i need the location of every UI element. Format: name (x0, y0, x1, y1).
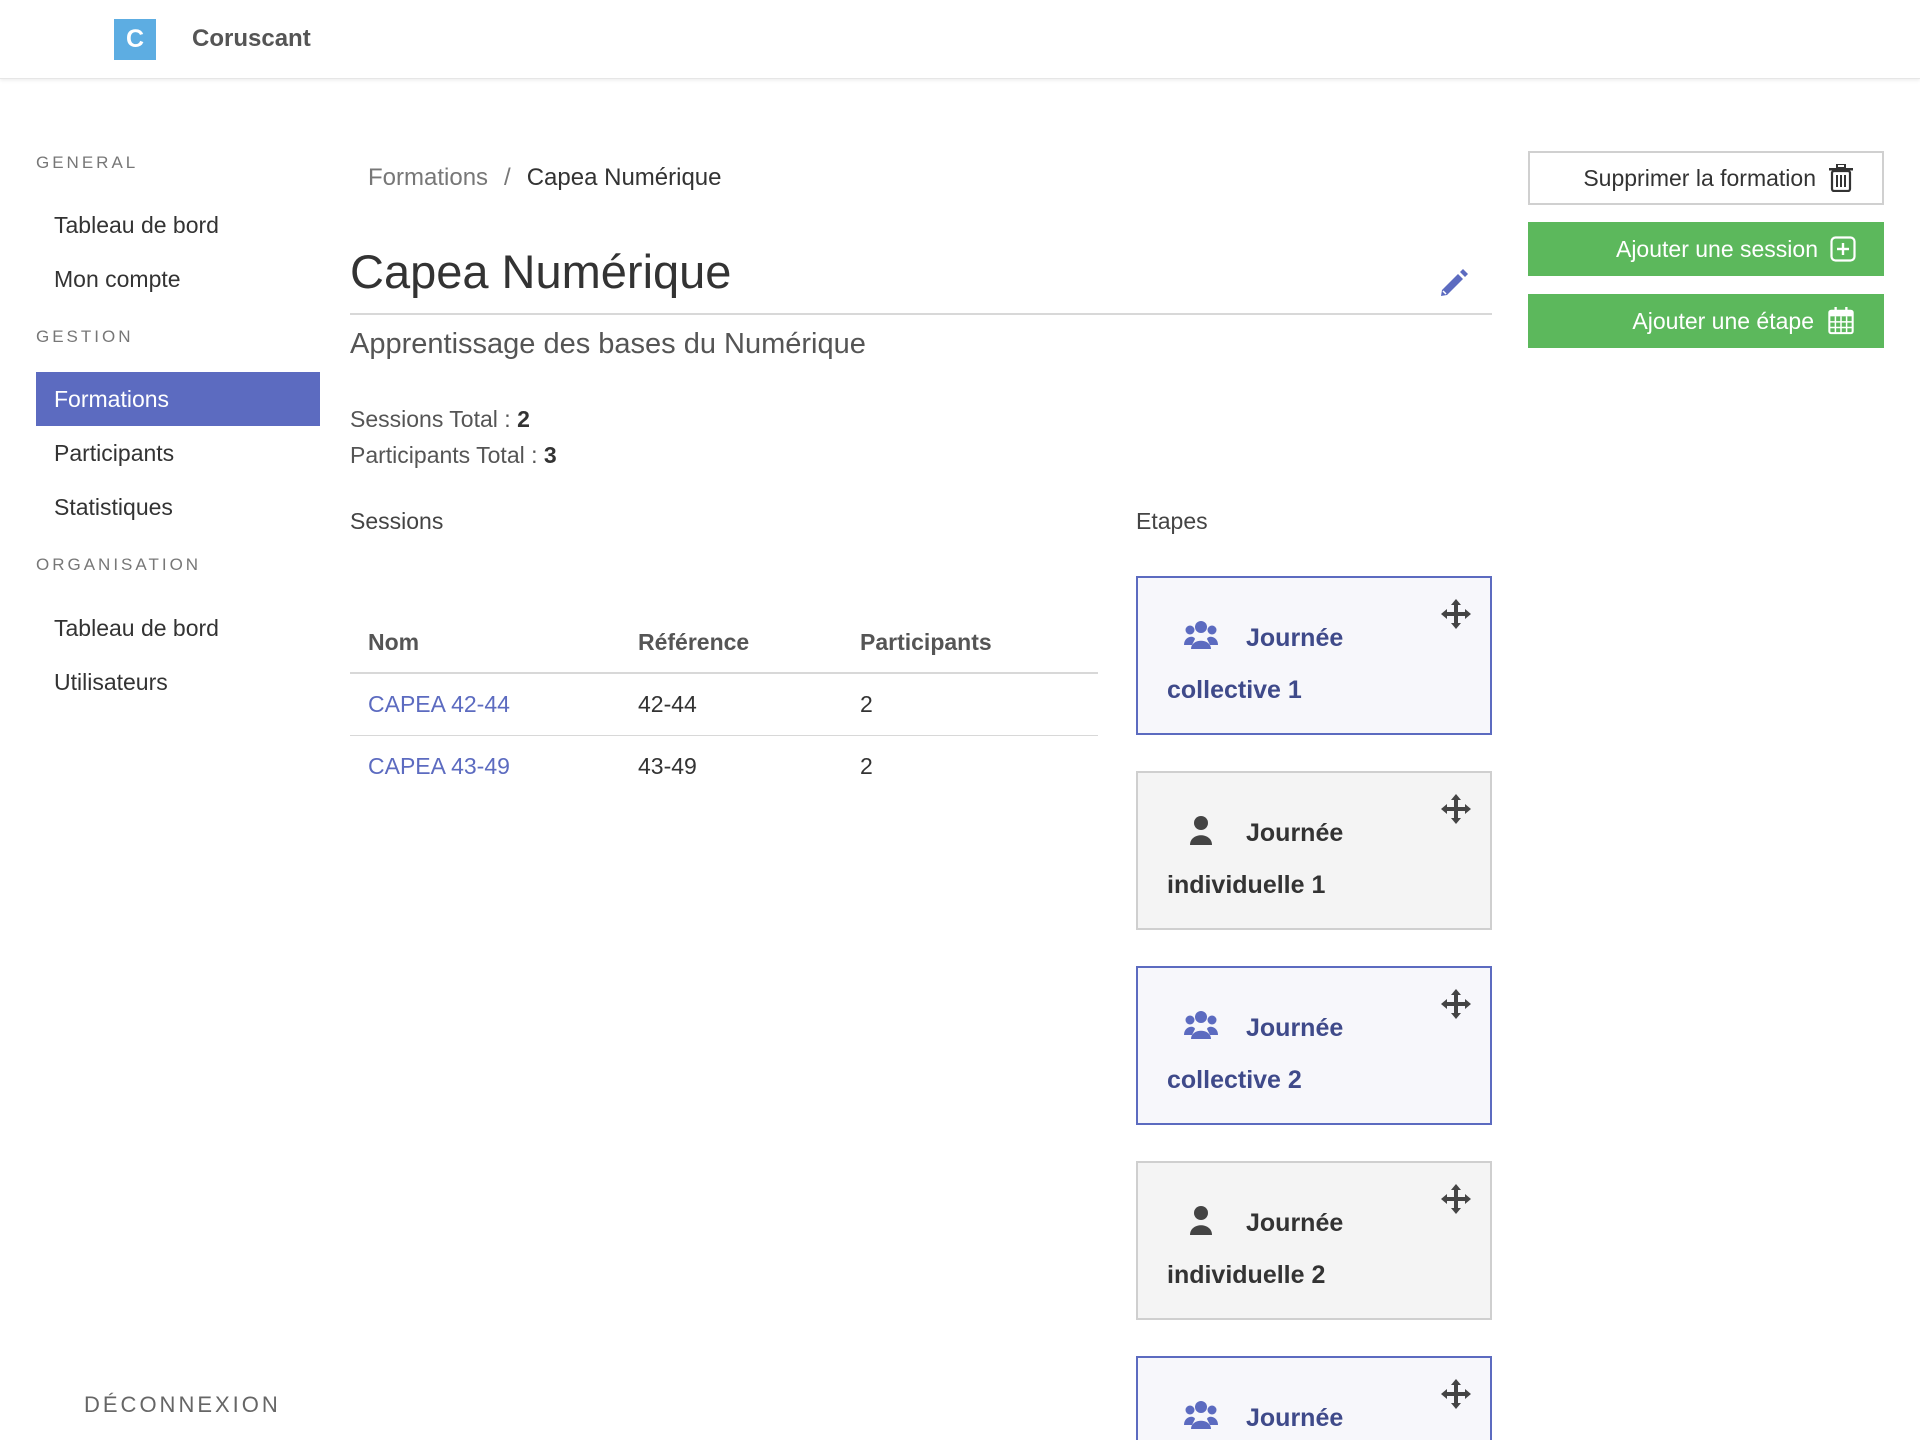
plus-square-icon (1830, 236, 1856, 262)
column-header-nom[interactable]: Nom (350, 612, 620, 674)
logout-link[interactable]: DÉCONNEXION (84, 1392, 281, 1418)
move-icon[interactable] (1440, 988, 1472, 1020)
title-divider (350, 313, 1492, 315)
sessions-table: Nom Référence Participants CAPEA 42-44 4… (350, 612, 1098, 797)
session-link[interactable]: CAPEA 42-44 (368, 691, 510, 717)
etape-title-line2: individuelle 2 (1167, 1261, 1326, 1289)
etape-card[interactable]: Journée (1136, 1356, 1492, 1440)
move-icon[interactable] (1440, 793, 1472, 825)
session-reference-cell: 43-49 (638, 752, 697, 779)
breadcrumb: Formations / Capea Numérique (368, 164, 722, 192)
formation-subtitle: Apprentissage des bases du Numérique (350, 328, 866, 360)
page-title: Capea Numérique (350, 245, 732, 298)
breadcrumb-formations-link[interactable]: Formations (368, 164, 488, 191)
session-name-cell: CAPEA 43-49 (350, 735, 620, 797)
session-link[interactable]: CAPEA 43-49 (368, 753, 510, 779)
table-row: CAPEA 43-49 43-49 2 (350, 735, 1098, 797)
table-row: CAPEA 42-44 42-44 2 (350, 673, 1098, 736)
sessions-total: Sessions Total : 2 (350, 406, 530, 433)
delete-formation-label: Supprimer la formation (1583, 164, 1816, 191)
session-participants-cell: 2 (860, 752, 873, 779)
etape-title-line1: Journée (1246, 1014, 1344, 1042)
move-icon[interactable] (1440, 1183, 1472, 1215)
column-header-reference[interactable]: Référence (620, 612, 842, 674)
users-icon (1184, 1401, 1218, 1429)
sidebar-item-participants[interactable]: Participants (36, 426, 320, 480)
add-session-button[interactable]: Ajouter une session (1528, 222, 1884, 276)
app-name[interactable]: Coruscant (192, 25, 311, 53)
user-icon (1190, 816, 1212, 845)
etape-card[interactable]: Journée collective 2 (1136, 966, 1492, 1125)
move-icon[interactable] (1440, 1378, 1472, 1410)
breadcrumb-separator: / (504, 164, 511, 191)
sidebar-section-organisation: ORGANISATION (36, 555, 202, 574)
etape-title-line2: collective 2 (1167, 1066, 1302, 1094)
sidebar-item-statistiques[interactable]: Statistiques (36, 480, 320, 534)
user-icon (1190, 1206, 1212, 1235)
sidebar-section-gestion: GESTION (36, 327, 134, 346)
sidebar-item-org-tableau-de-bord[interactable]: Tableau de bord (36, 601, 320, 655)
sidebar-section-general: GENERAL (36, 153, 139, 172)
participants-total: Participants Total : 3 (350, 442, 557, 469)
etape-card[interactable]: Journée collective 1 (1136, 576, 1492, 735)
top-bar: C Coruscant (0, 0, 1920, 79)
sessions-heading: Sessions (350, 508, 444, 534)
sidebar-item-tableau-de-bord[interactable]: Tableau de bord (36, 198, 320, 252)
trash-icon (1829, 164, 1853, 192)
move-icon[interactable] (1440, 598, 1472, 630)
calendar-icon (1828, 307, 1854, 335)
sessions-total-label: Sessions Total : (350, 406, 518, 432)
session-participants-cell: 2 (842, 673, 1098, 736)
add-session-label: Ajouter une session (1615, 235, 1818, 262)
delete-formation-button[interactable]: Supprimer la formation (1528, 151, 1884, 205)
etape-card[interactable]: Journée individuelle 1 (1136, 771, 1492, 930)
etape-title-line2: collective 1 (1167, 676, 1302, 704)
etape-title-line2: individuelle 1 (1167, 871, 1326, 899)
session-reference-cell: 42-44 (620, 673, 842, 736)
session-name-cell: CAPEA 42-44 (350, 673, 620, 736)
pencil-icon[interactable] (1438, 266, 1468, 298)
sidebar-item-mon-compte[interactable]: Mon compte (36, 252, 320, 306)
breadcrumb-current: Capea Numérique (526, 164, 722, 191)
etape-title-line1: Journée (1246, 1404, 1344, 1432)
etape-title-line1: Journée (1246, 1209, 1344, 1237)
etape-card[interactable]: Journée individuelle 2 (1136, 1161, 1492, 1320)
participants-total-value: 3 (543, 442, 557, 468)
etape-title-line1: Journée (1246, 624, 1344, 652)
sessions-total-value: 2 (517, 406, 530, 432)
etapes-heading: Etapes (1136, 508, 1208, 534)
etape-title-line1: Journée (1246, 819, 1344, 847)
users-icon (1184, 621, 1218, 649)
table-header-row: Nom Référence Participants (350, 612, 1098, 674)
users-icon (1184, 1011, 1218, 1039)
sidebar: GENERAL Tableau de bord Mon compte GESTI… (0, 79, 330, 1440)
add-step-label: Ajouter une étape (1632, 307, 1814, 334)
sidebar-item-utilisateurs[interactable]: Utilisateurs (36, 655, 320, 709)
add-step-button[interactable]: Ajouter une étape (1528, 294, 1884, 348)
app-logo[interactable]: C (114, 19, 156, 60)
column-header-participants[interactable]: Participants (842, 612, 1098, 674)
participants-total-label: Participants Total : (350, 442, 544, 468)
sidebar-item-formations[interactable]: Formations (36, 372, 320, 426)
